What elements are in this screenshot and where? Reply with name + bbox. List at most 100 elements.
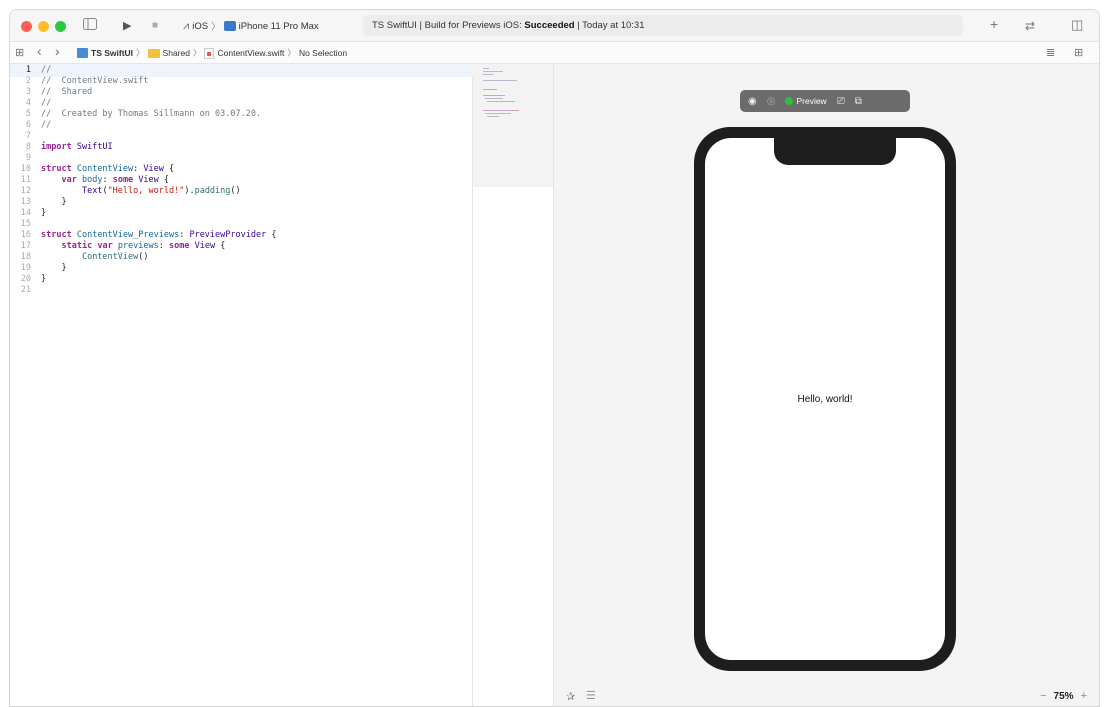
property-decl: previews	[117, 241, 159, 251]
breadcrumb-selection[interactable]: No Selection	[299, 48, 347, 58]
code-text: }	[41, 208, 47, 218]
minimap-line	[483, 68, 489, 69]
code-line[interactable]: 21	[10, 284, 41, 297]
status-separator: |	[419, 20, 422, 31]
code-text: }	[41, 263, 67, 273]
ios-platform-icon: ⩘	[183, 19, 190, 32]
status-action: Build for Previews iOS:	[424, 20, 522, 31]
type-decl: ContentView	[76, 164, 134, 174]
run-button[interactable]: ▶	[123, 18, 131, 34]
jump-bar: ⊞ ‹ › TS SwiftUI 〉 Shared 〉 ContentView.…	[10, 42, 1099, 64]
keyword: static	[61, 241, 93, 251]
breadcrumb: TS SwiftUI 〉 Shared 〉 ContentView.swift …	[77, 47, 347, 59]
type-ref: PreviewProvider	[189, 230, 267, 240]
duplicate-preview-icon[interactable]: ⧉	[855, 96, 862, 107]
minimap-line	[483, 95, 505, 96]
inspect-preview-icon[interactable]: ◎	[767, 96, 776, 107]
add-editor-button[interactable]: ⊞	[1074, 45, 1083, 61]
code-text: //	[41, 65, 52, 75]
zoom-controls: − 75% +	[1040, 690, 1087, 702]
status-separator: |	[577, 20, 580, 31]
keyword: some	[169, 241, 190, 251]
status-result: Succeeded	[524, 20, 575, 31]
activity-status: TS SwiftUI | Build for Previews iOS: Suc…	[363, 15, 963, 36]
keyword: var	[97, 241, 113, 251]
platform-label: iOS	[192, 20, 209, 32]
zoom-window-button[interactable]	[55, 21, 66, 32]
string-literal: "Hello, world!"	[107, 186, 185, 196]
chevron-right-icon: 〉	[136, 48, 145, 58]
minimize-window-button[interactable]	[38, 21, 49, 32]
minimap-line	[483, 71, 503, 72]
breadcrumb-project[interactable]: TS SwiftUI	[91, 48, 133, 58]
preview-status-icon	[785, 97, 794, 105]
list-icon[interactable]: ☰	[586, 689, 596, 702]
minimap-line	[487, 116, 499, 117]
close-window-button[interactable]	[21, 21, 32, 32]
sidebar-icon	[83, 18, 97, 30]
hello-world-text[interactable]: Hello, world!	[705, 394, 945, 405]
zoom-level[interactable]: 75%	[1054, 691, 1074, 702]
simulator-icon	[223, 21, 236, 31]
minimap[interactable]	[473, 64, 554, 706]
breadcrumb-file[interactable]: ContentView.swift	[217, 48, 284, 58]
scheme-selector[interactable]: ⩘ iOS 〉 iPhone 11 Pro Max	[183, 19, 319, 34]
keyword: struct	[41, 164, 72, 174]
breadcrumb-folder[interactable]: Shared	[163, 48, 190, 58]
preview-controls: ◉ ◎ Preview ⎚ ⧉	[740, 90, 910, 112]
xcode-window: ▶ ■ ⩘ iOS 〉 iPhone 11 Pro Max TS SwiftUI…	[9, 9, 1100, 707]
code-text: }	[41, 274, 47, 284]
canvas-bottom-bar: ✰ ☰ − 75% +	[554, 686, 1099, 706]
type-ref: View	[138, 175, 159, 185]
navigator-toggle-button[interactable]	[83, 18, 97, 34]
keyword: var	[61, 175, 77, 185]
type-ref: ContentView	[81, 252, 139, 262]
module-name: SwiftUI	[76, 142, 113, 152]
forward-button[interactable]: ›	[55, 43, 60, 59]
source-editor[interactable]: 1// 2// ContentView.swift 3// Shared 4//…	[10, 64, 473, 706]
keyword-import: import	[41, 142, 72, 152]
minimap-line	[483, 80, 517, 81]
related-items-button[interactable]: ⊞	[15, 45, 24, 61]
device-label: iPhone 11 Pro Max	[238, 20, 319, 32]
chevron-right-icon: 〉	[211, 22, 221, 33]
device-settings-icon[interactable]: ⎚	[837, 96, 845, 107]
library-add-button[interactable]: +	[990, 16, 998, 32]
preview-label: Preview	[796, 96, 827, 106]
preview-canvas[interactable]: ◉ ◎ Preview ⎚ ⧉ Hello, world! ✰ ☰ − 75% …	[554, 64, 1099, 706]
property-decl: body	[81, 175, 103, 185]
minimap-line	[485, 113, 511, 114]
zoom-in-icon[interactable]: +	[1081, 690, 1087, 702]
line-number: 21	[20, 285, 31, 295]
adjust-editor-options-button[interactable]: ≣	[1046, 45, 1055, 61]
chevron-right-icon: 〉	[192, 48, 202, 58]
minimap-line	[483, 74, 493, 75]
code-text: // Created by Thomas Sillmann on 03.07.2…	[41, 109, 262, 119]
back-button[interactable]: ‹	[37, 43, 42, 59]
preview-button[interactable]: Preview	[785, 96, 827, 106]
minimap-line	[487, 101, 515, 102]
inspector-toggle-button[interactable]: ◫	[1071, 17, 1083, 33]
device-frame: Hello, world!	[694, 127, 956, 671]
project-icon	[77, 48, 88, 58]
device-screen[interactable]: Hello, world!	[705, 138, 945, 660]
minimap-line	[483, 89, 497, 90]
type-decl: ContentView_Previews	[76, 230, 180, 240]
swift-file-icon	[204, 47, 215, 59]
code-text: //	[41, 120, 52, 130]
method-ref: padding	[194, 186, 231, 196]
toolbar: ▶ ■ ⩘ iOS 〉 iPhone 11 Pro Max TS SwiftUI…	[10, 10, 1099, 42]
zoom-out-icon[interactable]: −	[1040, 690, 1046, 702]
code-review-button[interactable]: ⇄	[1025, 18, 1035, 34]
status-time: Today at 10:31	[582, 20, 645, 31]
minimap-visible-region[interactable]	[473, 64, 553, 187]
folder-icon	[147, 48, 160, 58]
code-text: }	[41, 197, 67, 207]
code-text: // Shared	[41, 87, 93, 97]
live-preview-icon[interactable]: ◉	[748, 96, 757, 107]
type-ref: View	[143, 164, 164, 174]
keyword: struct	[41, 230, 72, 240]
pin-icon[interactable]: ✰	[566, 690, 575, 703]
stop-button[interactable]: ■	[152, 18, 158, 34]
minimap-line	[483, 110, 519, 111]
